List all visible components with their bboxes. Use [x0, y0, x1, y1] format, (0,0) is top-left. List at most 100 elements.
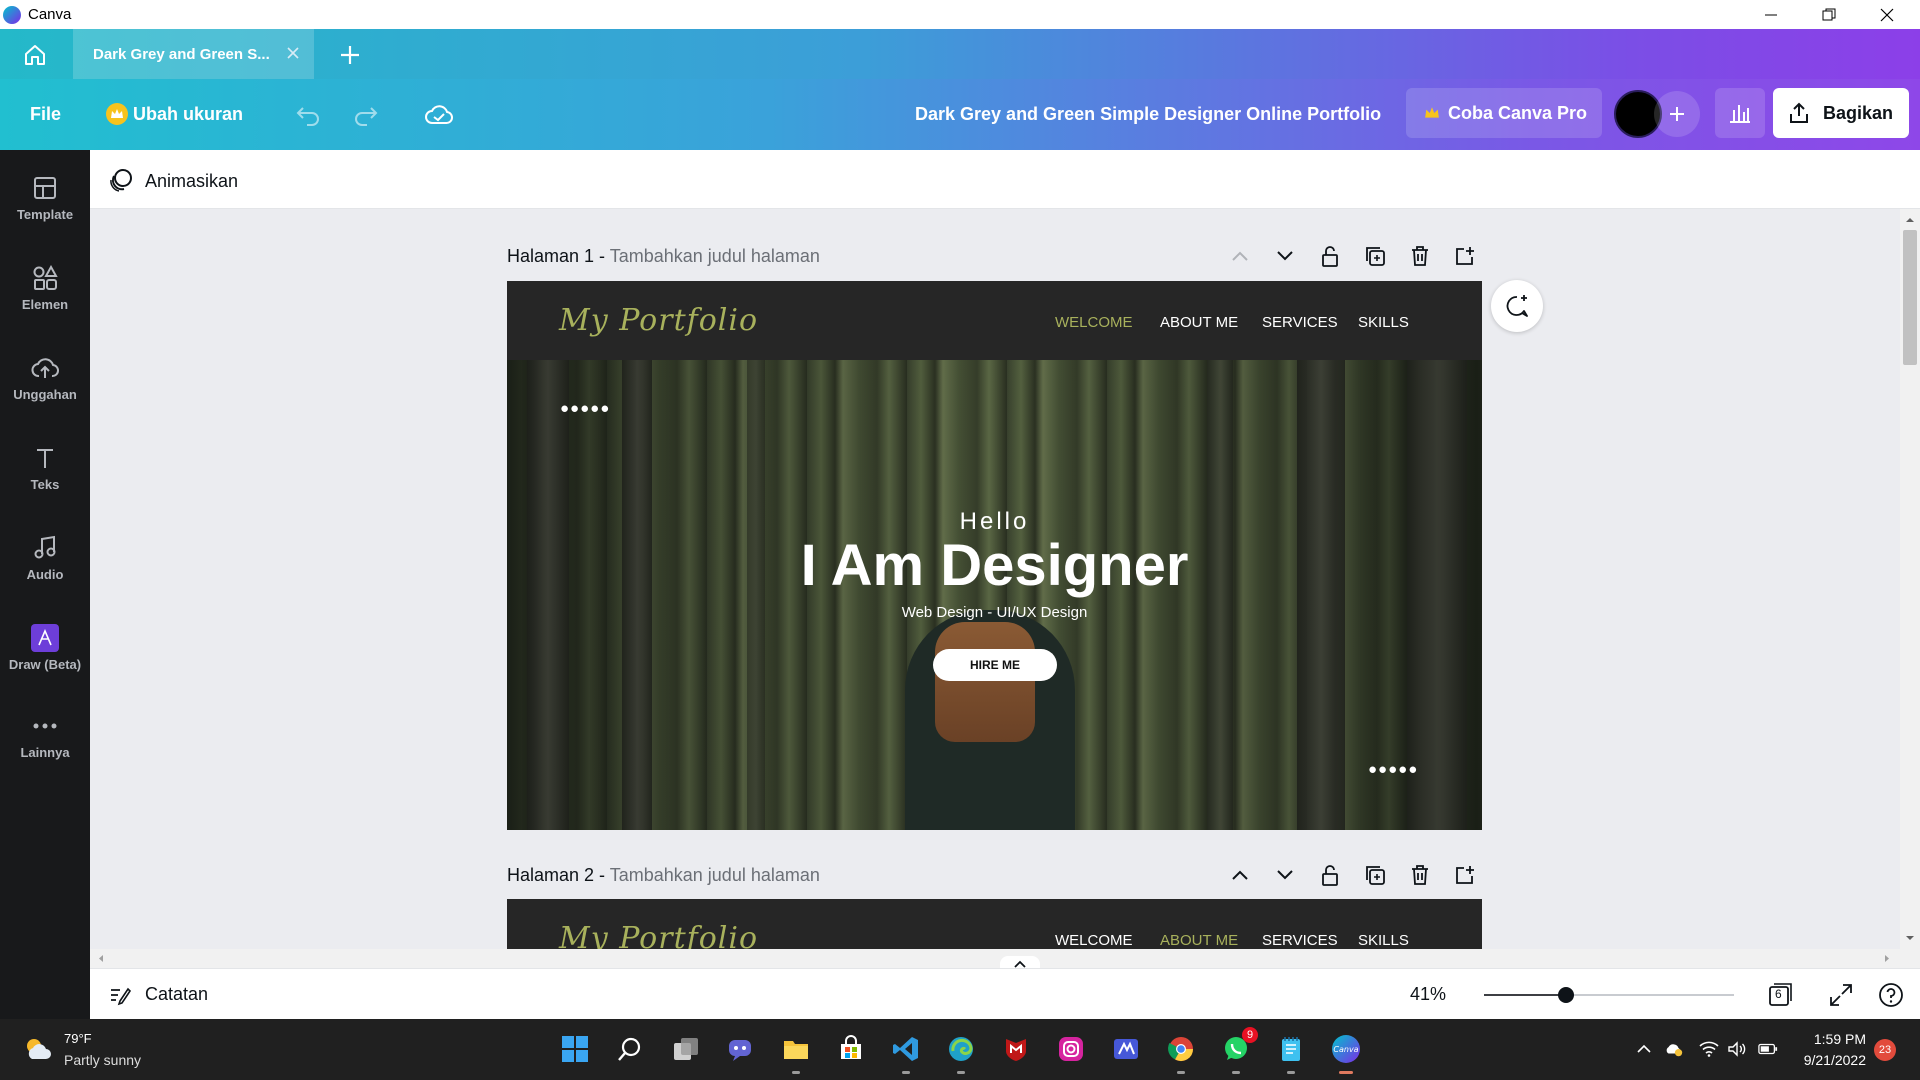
windows-taskbar: 79°F Partly sunny 9 Canva 1:59 PM 9/21/2…: [0, 1019, 1920, 1080]
crown-icon: [1425, 107, 1439, 118]
file-explorer-button[interactable]: [780, 1033, 812, 1074]
sidebar-item-draw[interactable]: Draw (Beta): [0, 606, 90, 686]
undo-button[interactable]: [292, 99, 324, 131]
close-window-button[interactable]: [1858, 0, 1916, 29]
add-comment-button[interactable]: [1491, 280, 1543, 332]
insights-button[interactable]: [1715, 88, 1765, 138]
design-canvas[interactable]: Halaman 1 - Tambahkan judul halaman My P…: [90, 209, 1900, 968]
add-collaborator-button[interactable]: [1654, 91, 1700, 137]
teams-chat-button[interactable]: [725, 1033, 757, 1065]
page-title-input[interactable]: Tambahkan judul halaman: [610, 865, 820, 885]
page-2-header: Halaman 2 - Tambahkan judul halaman: [507, 865, 820, 886]
notes-button[interactable]: Catatan: [145, 984, 208, 1005]
delete-page-button[interactable]: [1408, 863, 1432, 887]
sidebar-item-uploads[interactable]: Unggahan: [0, 336, 90, 416]
volume-tray-icon[interactable]: [1727, 1039, 1747, 1059]
redo-button[interactable]: [350, 99, 382, 131]
animate-icon[interactable]: [108, 167, 134, 193]
task-view-button[interactable]: [670, 1033, 702, 1065]
chrome-button[interactable]: [1165, 1033, 1197, 1074]
edge-button[interactable]: [945, 1033, 977, 1074]
add-page-icon: [1456, 866, 1474, 884]
share-button[interactable]: Bagikan: [1773, 88, 1909, 138]
scroll-up-icon: [1906, 218, 1914, 222]
tab-close-icon[interactable]: [283, 43, 303, 63]
svg-text:Canva: Canva: [1333, 1045, 1358, 1054]
sidebar-item-text[interactable]: Teks: [0, 426, 90, 506]
store-icon: [841, 1035, 861, 1059]
help-icon[interactable]: [1877, 981, 1905, 1009]
whatsapp-button[interactable]: 9: [1220, 1027, 1258, 1074]
file-menu-button[interactable]: File: [30, 104, 61, 125]
animate-button[interactable]: Animasikan: [145, 171, 238, 192]
mcafee-shield-icon: [1006, 1039, 1026, 1061]
clock-time[interactable]: 1:59 PM: [1800, 1031, 1866, 1047]
fullscreen-icon[interactable]: [1827, 981, 1855, 1009]
cloud-save-button[interactable]: [422, 98, 456, 132]
nav-welcome: WELCOME: [1055, 932, 1133, 949]
hero-subline: Web Design - UI/UX Design: [901, 604, 1088, 621]
canva-taskbar-button[interactable]: Canva: [1330, 1033, 1362, 1074]
template-icon: [34, 177, 56, 199]
minimize-button[interactable]: [1742, 0, 1800, 29]
new-tab-plus-icon[interactable]: [336, 41, 364, 69]
sidebar-item-elements[interactable]: Elemen: [0, 246, 90, 326]
try-pro-button[interactable]: Coba Canva Pro: [1406, 88, 1602, 138]
trash-icon: [1412, 246, 1428, 266]
plus-icon: [1670, 107, 1684, 121]
lock-page-button[interactable]: [1318, 244, 1342, 268]
document-title[interactable]: Dark Grey and Green Simple Designer Onli…: [915, 104, 1381, 125]
start-button[interactable]: [559, 1033, 591, 1065]
home-button[interactable]: [15, 39, 55, 71]
move-page-down-button[interactable]: [1273, 244, 1297, 268]
weather-temperature: 79°F: [64, 1031, 92, 1046]
chrome-icon: [1168, 1037, 1193, 1062]
wifi-tray-icon[interactable]: [1699, 1039, 1719, 1059]
partly-sunny-icon[interactable]: [22, 1035, 54, 1063]
page-title-input[interactable]: Tambahkan judul halaman: [610, 246, 820, 266]
notepad-button[interactable]: [1275, 1033, 1307, 1074]
zoom-slider-knob[interactable]: [1558, 987, 1574, 1003]
move-page-down-button[interactable]: [1273, 863, 1297, 887]
close-icon: [1880, 8, 1894, 21]
delete-page-button[interactable]: [1408, 244, 1432, 268]
zoom-level[interactable]: 41%: [1410, 984, 1446, 1005]
resize-button[interactable]: Ubah ukuran: [133, 104, 243, 125]
vscode-button[interactable]: [890, 1033, 922, 1074]
add-page-button[interactable]: [1453, 863, 1477, 887]
restore-button[interactable]: [1800, 0, 1858, 29]
sidebar-item-more[interactable]: Lainnya: [0, 694, 90, 774]
search-button[interactable]: [614, 1033, 646, 1065]
move-page-up-button[interactable]: [1228, 863, 1252, 887]
microsoft-store-button[interactable]: [835, 1033, 867, 1065]
duplicate-page-button[interactable]: [1363, 863, 1387, 887]
onedrive-tray-icon[interactable]: [1664, 1039, 1684, 1059]
instagram-button[interactable]: [1055, 1033, 1087, 1065]
horizontal-scrollbar[interactable]: [90, 949, 1900, 968]
nav-services: SERVICES: [1262, 932, 1338, 949]
mcafee-button[interactable]: [1000, 1033, 1032, 1065]
comment-add-icon: [1506, 295, 1528, 317]
battery-tray-icon[interactable]: [1758, 1039, 1778, 1059]
scrollbar-thumb[interactable]: [1903, 230, 1917, 365]
app-button[interactable]: [1110, 1033, 1142, 1065]
tab-document[interactable]: Dark Grey and Green S...: [73, 29, 314, 79]
show-hidden-icons-button[interactable]: [1634, 1039, 1654, 1059]
sidebar-item-template[interactable]: Template: [0, 156, 90, 236]
lock-page-button[interactable]: [1318, 863, 1342, 887]
vertical-scrollbar[interactable]: [1900, 209, 1920, 968]
page-number: Halaman 2 -: [507, 865, 606, 885]
page-1-header: Halaman 1 - Tambahkan judul halaman: [507, 246, 820, 267]
move-page-up-button[interactable]: [1228, 244, 1252, 268]
add-page-button[interactable]: [1453, 244, 1477, 268]
sidebar-item-audio[interactable]: Audio: [0, 516, 90, 596]
clock-date[interactable]: 9/21/2022: [1794, 1052, 1866, 1068]
notes-icon[interactable]: [108, 983, 132, 1007]
weather-condition: Partly sunny: [64, 1052, 142, 1068]
duplicate-page-button[interactable]: [1363, 244, 1387, 268]
cloud-check-icon: [425, 105, 453, 124]
slide-1[interactable]: My Portfolio WELCOME ABOUT ME SERVICES S…: [507, 281, 1482, 830]
notification-count-badge[interactable]: 23: [1874, 1039, 1896, 1061]
canva-logo-icon: [3, 6, 21, 24]
add-page-icon: [1456, 247, 1474, 265]
